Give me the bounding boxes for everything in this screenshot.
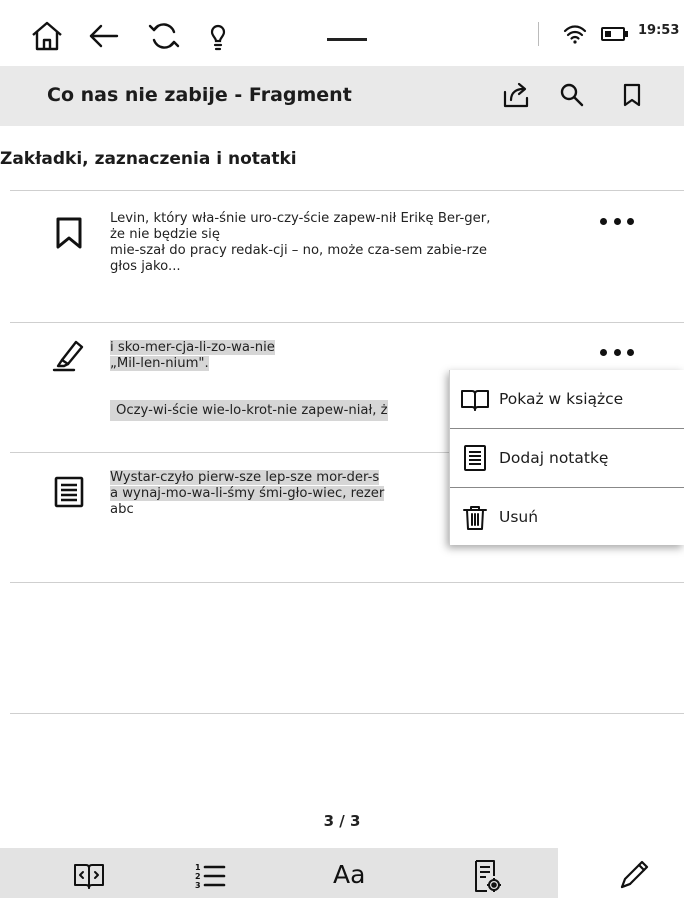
highlighter-icon [50,336,86,372]
dot [627,348,634,356]
battery-icon [600,22,630,46]
dot [600,217,607,225]
pencil-icon[interactable] [613,856,653,896]
more-options-button[interactable] [600,345,634,359]
menu-item-show-in-book[interactable]: Pokaż w książce [450,370,684,428]
lightbulb-icon[interactable] [200,18,236,54]
more-options-button[interactable] [600,214,634,228]
highlighted-text: „Mil-len-nium". [110,356,209,371]
text-line: mie-szał do pracy redak-cji – no, może c… [110,243,487,258]
highlighted-text: i sko-mer-cja-li-zo-wa-nie [110,340,275,355]
page-indicator: 3 / 3 [323,812,361,830]
dot [627,217,634,225]
book-title: Co nas nie zabije - Fragment [47,84,352,106]
font-settings-icon[interactable]: Aa [333,860,365,889]
divider [10,322,684,323]
back-icon[interactable] [86,18,122,54]
highlight-entry-text[interactable]: i sko-mer-cja-li-zo-wa-nie „Mil-len-nium… [110,340,275,372]
context-menu: Pokaż w książce Dodaj notatkę Usuń [449,370,684,545]
divider [10,190,684,191]
title-bar: Co nas nie zabije - Fragment [0,66,684,126]
highlight-extra-text: Oczy-wi-ście wie-lo-krot-nie zapew-niał,… [110,400,388,421]
bookmark-entry-text[interactable]: Levin, który wła-śnie uro-czy-ście zapew… [110,211,490,275]
open-book-icon [460,384,490,414]
trash-icon [460,502,490,532]
menu-item-label: Usuń [499,508,539,526]
share-icon[interactable] [501,80,531,110]
svg-text:3: 3 [195,881,201,890]
home-icon[interactable] [29,18,65,54]
status-bar: 19:53 [0,0,684,66]
section-title: Zakładki, zaznaczenia i notatki [0,149,297,169]
note-text: abc [110,502,134,517]
highlighted-text: Wystar-czyło pierw-sze lep-sze mor-der-s [110,470,380,485]
document-settings-icon[interactable] [467,856,507,896]
text-line: że nie będzie się [110,227,220,242]
bookmark-icon[interactable] [617,80,647,110]
highlighted-text: a wynaj-mo-wa-li-śmy śmi-gło-wiec, rezer [110,486,385,501]
note-icon [51,474,87,510]
menu-item-delete[interactable]: Usuń [450,488,684,546]
highlighted-text: Oczy-wi-ście wie-lo-krot-nie zapew-niał,… [110,400,388,421]
dot [613,217,621,225]
menu-item-label: Dodaj notatkę [499,449,609,467]
dot [613,348,621,356]
text-line: Levin, który wła-śnie uro-czy-ście zapew… [110,211,491,226]
menu-item-add-note[interactable]: Dodaj notatkę [450,429,684,487]
search-icon[interactable] [557,80,587,110]
contents-list-icon[interactable]: 1 2 3 [190,856,230,896]
dot [600,348,607,356]
note-icon [460,443,490,473]
divider [10,713,684,714]
divider [10,582,684,583]
status-separator [538,22,539,46]
wifi-icon [563,22,587,46]
drag-handle[interactable] [327,38,367,41]
refresh-icon[interactable] [146,18,182,54]
svg-text:1: 1 [195,863,201,872]
text-line: głos jako... [110,259,181,274]
svg-text:2: 2 [195,872,201,881]
clock: 19:53 [638,23,680,38]
bookmark-icon [51,215,87,251]
book-navigation-icon[interactable] [69,856,109,896]
note-entry-text[interactable]: Wystar-czyło pierw-sze lep-sze mor-der-s… [110,470,385,518]
menu-item-label: Pokaż w książce [499,390,624,408]
